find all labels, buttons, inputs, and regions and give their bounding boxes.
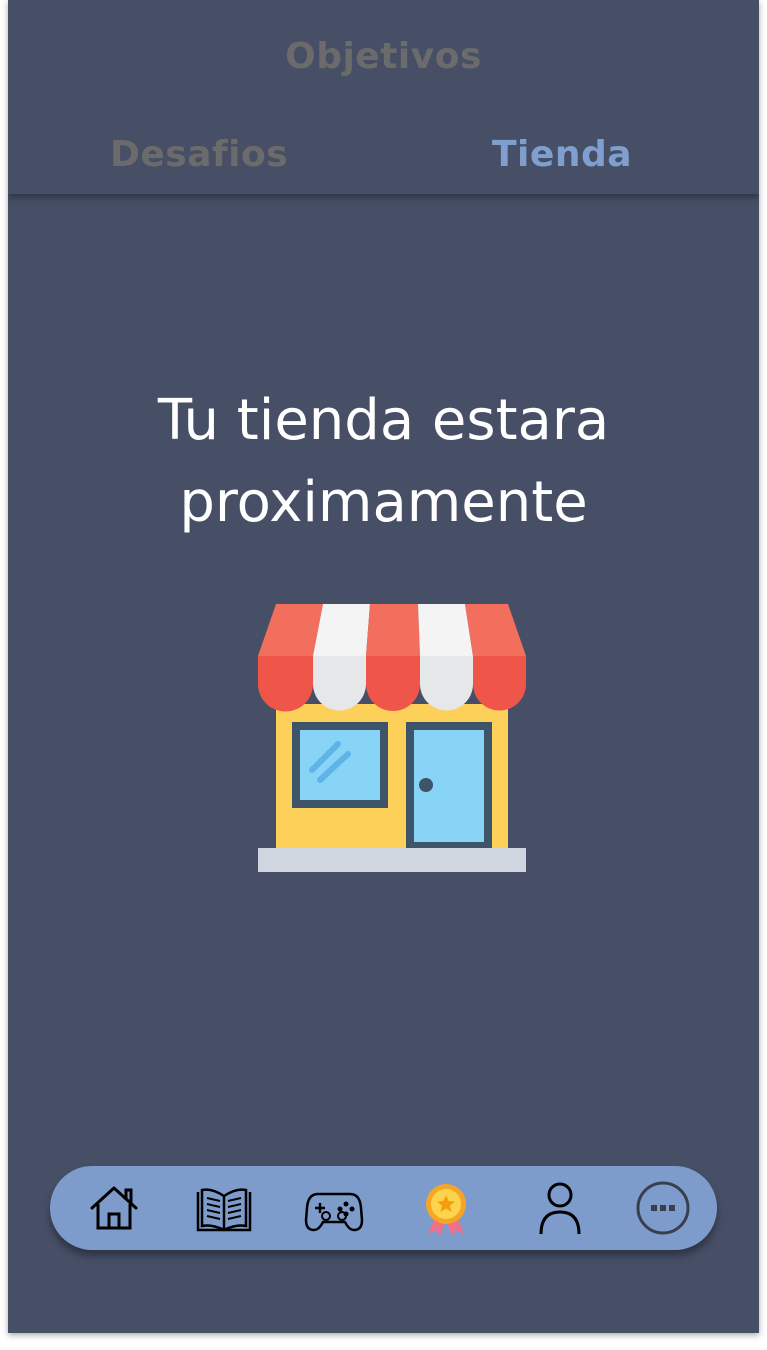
- app-screen: Objetivos Desafios Tienda Tu tienda esta…: [8, 0, 759, 1333]
- home-icon[interactable]: [84, 1178, 144, 1238]
- page-title: Objetivos: [285, 36, 482, 77]
- user-icon[interactable]: [530, 1178, 590, 1238]
- bottom-navigation: [50, 1166, 717, 1250]
- gamepad-icon[interactable]: [304, 1178, 364, 1238]
- tab-tienda[interactable]: Tienda: [492, 134, 632, 175]
- message-line-1: Tu tienda estara: [157, 388, 610, 453]
- header: Objetivos Desafios Tienda: [8, 0, 759, 194]
- book-icon[interactable]: [194, 1178, 254, 1238]
- message-line-2: proximamente: [179, 470, 588, 535]
- medal-icon[interactable]: [416, 1178, 476, 1238]
- more-icon[interactable]: [633, 1178, 693, 1238]
- store-icon: [258, 604, 526, 872]
- coming-soon-message: Tu tienda estara proximamente: [8, 380, 759, 544]
- tab-desafios[interactable]: Desafios: [110, 134, 288, 175]
